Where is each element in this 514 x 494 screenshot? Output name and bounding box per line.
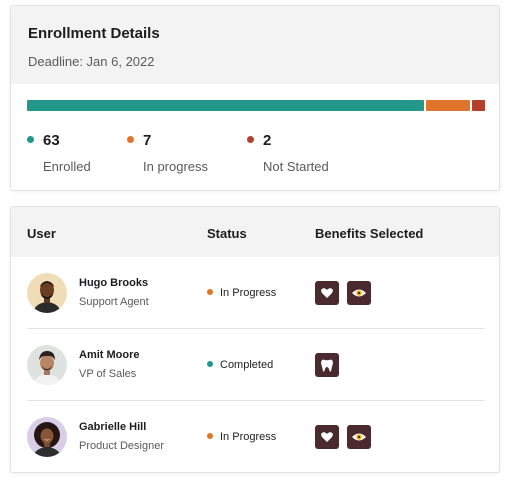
benefits-list — [315, 425, 379, 449]
enrolled-label: Enrolled — [43, 159, 91, 174]
status-badge: In Progress — [207, 287, 276, 299]
summary-title: Enrollment Details — [28, 25, 160, 42]
enrollment-summary-card: Enrollment Details Deadline: Jan 6, 2022… — [10, 5, 500, 191]
table-row[interactable]: Gabrielle Hill Product Designer In Progr… — [11, 401, 499, 472]
user-name[interactable]: Amit Moore — [79, 349, 140, 361]
table-header: User Status Benefits Selected — [11, 207, 499, 257]
not-started-dot — [247, 136, 254, 143]
benefits-list — [315, 281, 379, 305]
status-dot — [207, 361, 213, 367]
user-role: VP of Sales — [79, 368, 137, 380]
column-header-user[interactable]: User — [27, 226, 56, 241]
column-header-benefits[interactable]: Benefits Selected — [315, 226, 423, 241]
not-started-label: Not Started — [263, 159, 329, 174]
in-progress-count: 7 — [143, 132, 152, 149]
status-badge: Completed — [207, 359, 273, 371]
enrolled-segment — [27, 100, 425, 111]
user-name[interactable]: Gabrielle Hill — [79, 421, 146, 433]
table-row[interactable]: Hugo Brooks Support Agent In Progress — [11, 257, 499, 329]
heart-icon[interactable] — [315, 281, 339, 305]
not-started-segment — [472, 100, 485, 111]
avatar — [27, 417, 67, 457]
status-text: Completed — [220, 359, 274, 371]
summary-header: Enrollment Details Deadline: Jan 6, 2022 — [11, 6, 499, 84]
benefits-list — [315, 353, 347, 377]
status-text: In Progress — [220, 431, 277, 443]
in-progress-segment — [426, 100, 471, 111]
user-role: Support Agent — [79, 296, 149, 308]
heart-icon[interactable] — [315, 425, 339, 449]
status-dot — [207, 289, 213, 295]
not-started-count: 2 — [263, 132, 272, 149]
users-table: User Status Benefits Selected Hugo Brook… — [10, 206, 500, 473]
table-row[interactable]: Amit Moore VP of Sales Completed — [11, 329, 499, 401]
in-progress-label: In progress — [143, 159, 209, 174]
eye-icon[interactable] — [347, 425, 371, 449]
avatar — [27, 345, 67, 385]
eye-icon[interactable] — [347, 281, 371, 305]
enrolled-dot — [27, 136, 34, 143]
enrolled-count: 63 — [43, 132, 60, 149]
user-role: Product Designer — [79, 440, 164, 452]
enrollment-progress-bar — [27, 100, 485, 111]
user-name[interactable]: Hugo Brooks — [79, 277, 148, 289]
tooth-icon[interactable] — [315, 353, 339, 377]
deadline-text: Deadline: Jan 6, 2022 — [28, 54, 155, 69]
avatar — [27, 273, 67, 313]
column-header-status[interactable]: Status — [207, 226, 247, 241]
status-text: In Progress — [220, 287, 277, 299]
status-badge: In Progress — [207, 431, 276, 443]
in-progress-dot — [127, 136, 134, 143]
status-dot — [207, 433, 213, 439]
